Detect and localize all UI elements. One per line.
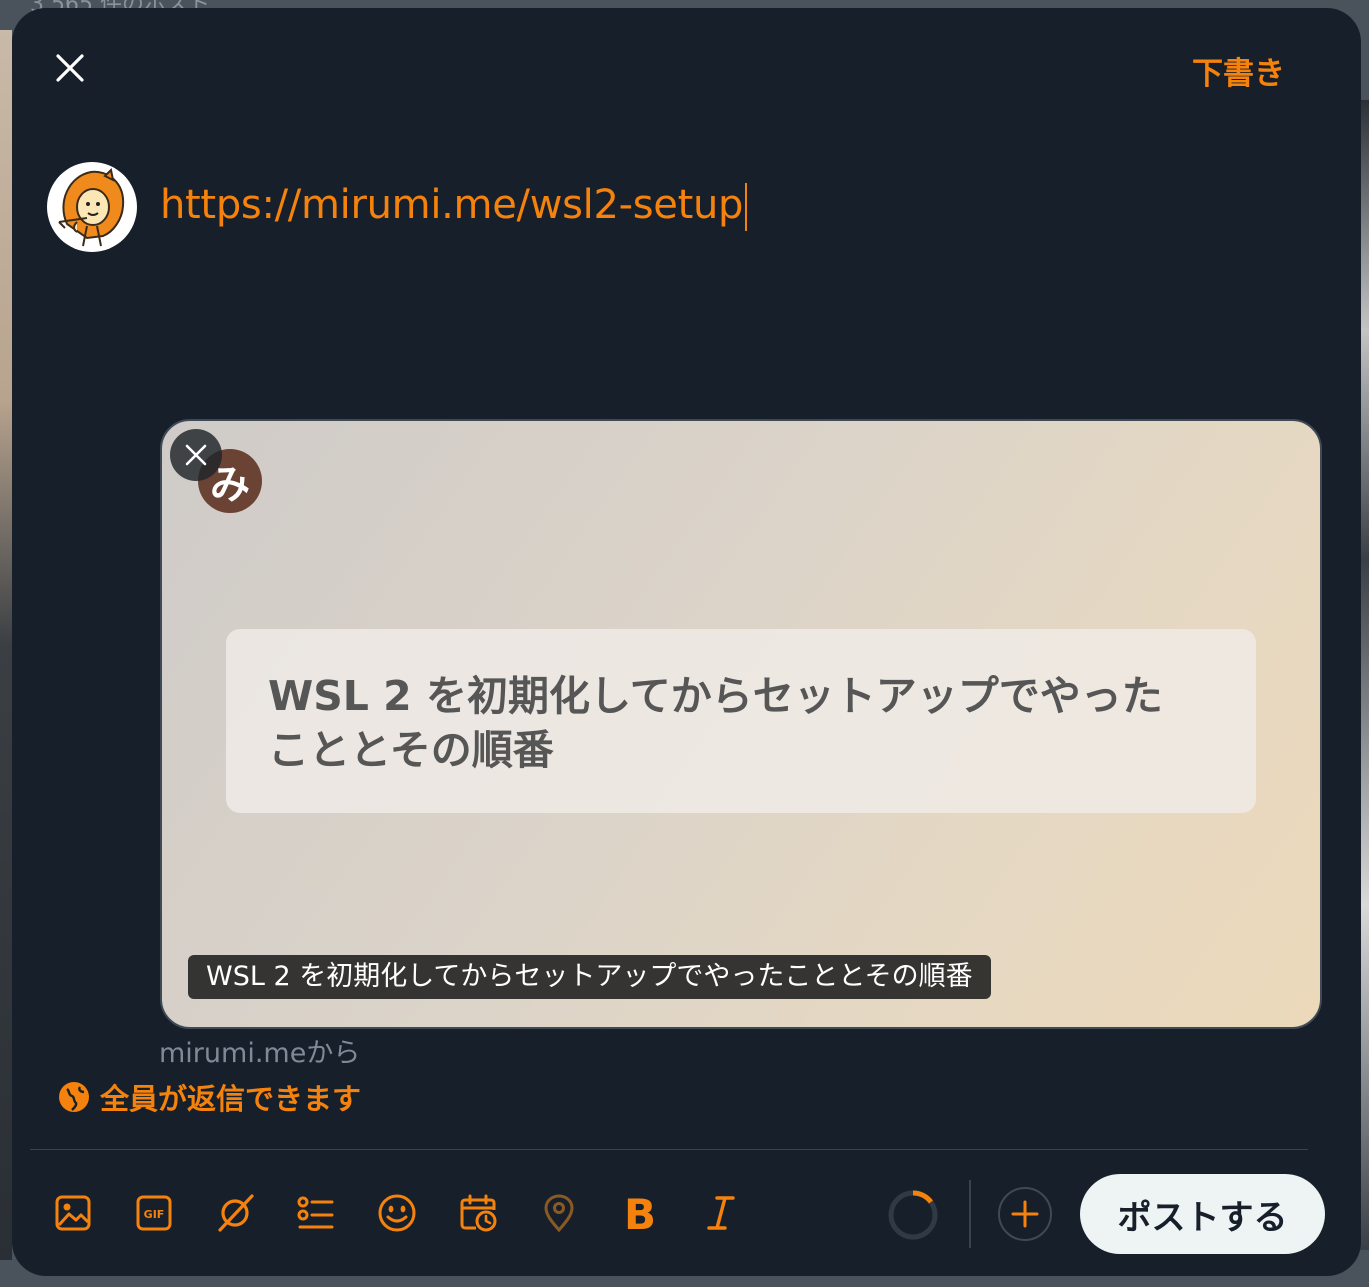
avatar-illustration-icon bbox=[58, 167, 125, 247]
bold-button[interactable]: B bbox=[615, 1188, 665, 1238]
italic-button[interactable] bbox=[696, 1188, 746, 1238]
schedule-icon bbox=[460, 1194, 497, 1232]
bold-icon: B bbox=[624, 1193, 656, 1233]
gif-icon: GIF bbox=[136, 1195, 172, 1231]
grok-button[interactable] bbox=[210, 1188, 260, 1238]
toolbar-separator bbox=[969, 1180, 971, 1248]
compose-text-value: https://mirumi.me/wsl2-setup bbox=[160, 182, 744, 228]
schedule-button[interactable] bbox=[453, 1188, 503, 1238]
post-button[interactable]: ポストする bbox=[1080, 1174, 1325, 1254]
gif-button[interactable]: GIF bbox=[129, 1188, 179, 1238]
character-count-ring bbox=[886, 1188, 940, 1242]
card-source: mirumi.meから bbox=[159, 1038, 361, 1069]
reply-setting-button[interactable]: 全員が返信できます bbox=[58, 1076, 361, 1118]
add-post-button[interactable] bbox=[997, 1186, 1053, 1242]
svg-text:GIF: GIF bbox=[144, 1208, 165, 1221]
text-caret bbox=[745, 183, 748, 231]
compose-modal: 下書き https://mirumi.me/wsl2-setup み WSL 2… bbox=[12, 8, 1361, 1276]
reply-setting-label: 全員が返信できます bbox=[100, 1082, 362, 1116]
drafts-button[interactable]: 下書き bbox=[1192, 48, 1285, 93]
card-title: WSL 2 を初期化してからセットアップでやったこととその順番 bbox=[268, 672, 1163, 774]
progress-ring-icon bbox=[888, 1190, 938, 1240]
card-caption: WSL 2 を初期化してからセットアップでやったこととその順番 bbox=[188, 955, 991, 999]
poll-button[interactable] bbox=[291, 1188, 341, 1238]
link-preview-card[interactable]: み WSL 2 を初期化してからセットアップでやったこととその順番 WSL 2 … bbox=[160, 419, 1322, 1029]
image-icon bbox=[55, 1195, 91, 1231]
close-button[interactable] bbox=[48, 46, 92, 90]
poll-icon bbox=[297, 1196, 334, 1229]
close-icon bbox=[185, 444, 207, 466]
italic-icon bbox=[707, 1196, 735, 1230]
remove-card-button[interactable] bbox=[170, 429, 222, 481]
media-button[interactable] bbox=[48, 1188, 98, 1238]
plus-icon bbox=[998, 1187, 1052, 1241]
avatar[interactable] bbox=[47, 162, 137, 252]
card-title-box: WSL 2 を初期化してからセットアップでやったこととその順番 bbox=[226, 629, 1256, 813]
location-button[interactable] bbox=[534, 1188, 584, 1238]
compose-textarea[interactable]: https://mirumi.me/wsl2-setup bbox=[160, 182, 748, 231]
emoji-icon bbox=[378, 1194, 416, 1232]
background-left-edge bbox=[0, 30, 12, 1260]
emoji-button[interactable] bbox=[372, 1188, 422, 1238]
location-icon bbox=[544, 1194, 574, 1233]
svg-text:B: B bbox=[624, 1193, 656, 1233]
grok-icon bbox=[218, 1194, 254, 1232]
close-icon bbox=[56, 54, 84, 82]
toolbar-divider bbox=[30, 1149, 1308, 1150]
globe-icon bbox=[59, 1082, 89, 1112]
